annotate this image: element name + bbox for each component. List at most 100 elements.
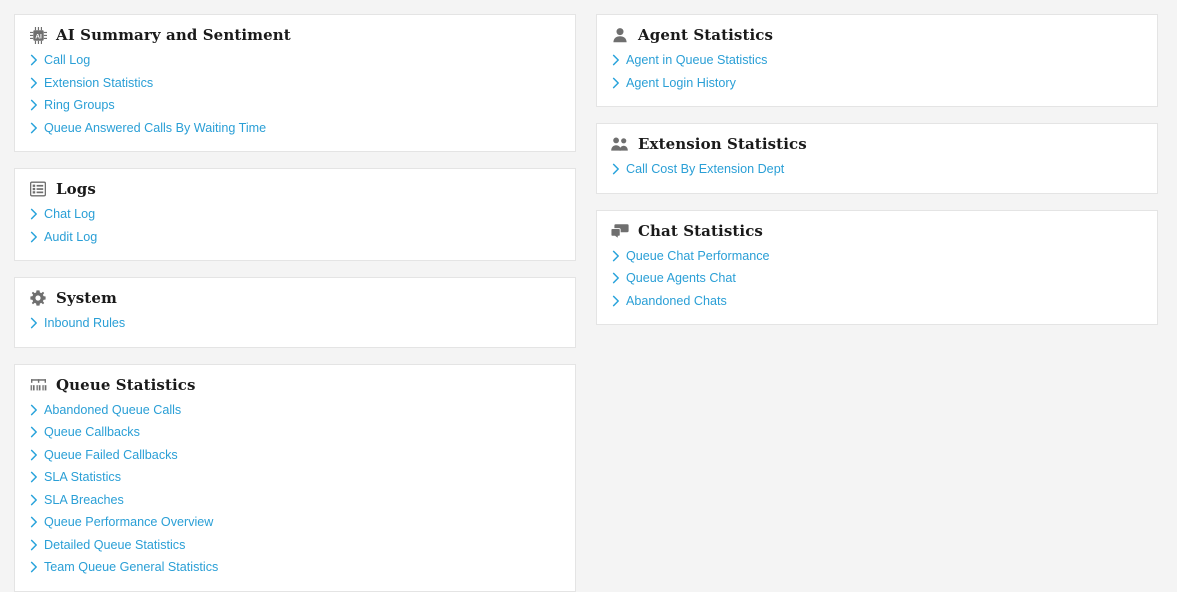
report-link[interactable]: Ring Groups [29,94,561,117]
card-ai-summary-and-sentiment: AI AI Summary and Sentiment Call Log Extens… [14,14,576,152]
svg-text:AI: AI [35,33,42,40]
report-link[interactable]: Call Cost By Extension Dept [611,158,1143,181]
chevron-right-icon [29,449,38,461]
report-link-list: Chat Log Audit Log [29,203,561,248]
chevron-right-icon [29,122,38,134]
card-header-logs: Logs [29,179,561,199]
report-link[interactable]: SLA Breaches [29,489,561,512]
report-link[interactable]: Agent in Queue Statistics [611,49,1143,72]
card-extension-statistics: Extension Statistics Call Cost By Extensi… [596,123,1158,194]
chevron-right-icon [29,426,38,438]
report-link[interactable]: Inbound Rules [29,312,561,335]
report-link-label[interactable]: SLA Breaches [44,489,124,512]
chevron-right-icon [29,317,38,329]
chevron-right-icon [611,250,620,262]
report-link-list: Abandoned Queue Calls Queue Callbacks Queu… [29,399,561,579]
chevron-right-icon [29,54,38,66]
report-link-list: Inbound Rules [29,312,561,335]
chevron-right-icon [29,231,38,243]
report-link-list: Agent in Queue Statistics Agent Login His… [611,49,1143,94]
report-link[interactable]: Abandoned Chats [611,290,1143,313]
report-link[interactable]: Call Log [29,49,561,72]
report-link-label[interactable]: Extension Statistics [44,72,153,95]
report-link[interactable]: Queue Answered Calls By Waiting Time [29,117,561,140]
chevron-right-icon [611,77,620,89]
chevron-right-icon [29,561,38,573]
report-link-label[interactable]: Queue Answered Calls By Waiting Time [44,117,266,140]
left-column: AI AI Summary and Sentiment Call Log Extens… [14,14,576,592]
report-link[interactable]: Chat Log [29,203,561,226]
report-link-label[interactable]: Queue Chat Performance [626,245,770,268]
report-link-label[interactable]: Queue Performance Overview [44,511,213,534]
card-system: System Inbound Rules [14,277,576,348]
card-header-system: System [29,288,561,308]
card-title: System [56,289,117,307]
card-title: Queue Statistics [56,375,196,394]
chevron-right-icon [29,77,38,89]
report-link-list: Call Cost By Extension Dept [611,158,1143,181]
people-icon [611,135,629,153]
report-link-label[interactable]: Ring Groups [44,94,115,117]
chevron-right-icon [29,404,38,416]
card-header-queue-statistics: Queue Statistics [29,375,561,395]
card-agent-statistics: Agent Statistics Agent in Queue Statistic… [596,14,1158,107]
report-link-label[interactable]: Audit Log [44,226,97,249]
report-link-label[interactable]: Team Queue General Statistics [44,556,218,579]
report-link-label[interactable]: Abandoned Chats [626,290,727,313]
report-link[interactable]: Queue Performance Overview [29,511,561,534]
report-link[interactable]: Abandoned Queue Calls [29,399,561,422]
report-link-label[interactable]: Queue Failed Callbacks [44,444,178,467]
chevron-right-icon [29,208,38,220]
reports-dashboard-page: AI AI Summary and Sentiment Call Log Extens… [0,0,1177,592]
list-table-icon [29,180,47,198]
report-link[interactable]: Audit Log [29,226,561,249]
card-title: Extension Statistics [638,135,807,153]
chevron-right-icon [29,516,38,528]
card-chat-statistics: Chat Statistics Queue Chat Performance Que… [596,209,1158,325]
right-column: Agent Statistics Agent in Queue Statistic… [596,14,1158,325]
chevron-right-icon [29,99,38,111]
report-link[interactable]: Detailed Queue Statistics [29,534,561,557]
chevron-right-icon [29,471,38,483]
chevron-right-icon [611,295,620,307]
card-header-extension-statistics: Extension Statistics [611,134,1143,154]
report-link[interactable]: Team Queue General Statistics [29,556,561,579]
report-link-label[interactable]: SLA Statistics [44,466,121,489]
chevron-right-icon [29,539,38,551]
report-link-label[interactable]: Agent in Queue Statistics [626,49,767,72]
bar-chart-icon [29,376,47,394]
report-link-label[interactable]: Call Log [44,49,90,72]
report-link[interactable]: SLA Statistics [29,466,561,489]
report-link[interactable]: Agent Login History [611,72,1143,95]
card-logs: Logs Chat Log Audit Log [14,168,576,261]
microchip-ai-icon: AI [29,26,47,44]
card-header-chat-statistics: Chat Statistics [611,221,1143,241]
report-link-label[interactable]: Call Cost By Extension Dept [626,158,784,181]
chevron-right-icon [611,54,620,66]
report-link[interactable]: Queue Chat Performance [611,245,1143,268]
report-link-list: Call Log Extension Statistics Ring Groups Q… [29,49,561,139]
chevron-right-icon [611,272,620,284]
card-title: Logs [56,180,96,198]
report-link[interactable]: Extension Statistics [29,72,561,95]
report-link-label[interactable]: Queue Agents Chat [626,267,736,290]
report-link-list: Queue Chat Performance Queue Agents Chat A… [611,245,1143,313]
report-link-label[interactable]: Agent Login History [626,72,736,95]
cards-columns: AI AI Summary and Sentiment Call Log Extens… [14,14,1163,592]
report-link-label[interactable]: Inbound Rules [44,312,125,335]
report-link-label[interactable]: Queue Callbacks [44,421,140,444]
report-link-label[interactable]: Detailed Queue Statistics [44,534,185,557]
chat-bubbles-icon [611,222,629,240]
chevron-right-icon [29,494,38,506]
chevron-right-icon [611,163,620,175]
report-link[interactable]: Queue Callbacks [29,421,561,444]
report-link[interactable]: Queue Failed Callbacks [29,444,561,467]
card-title: Agent Statistics [638,26,774,44]
card-header-agent-statistics: Agent Statistics [611,25,1143,45]
report-link-label[interactable]: Chat Log [44,203,95,226]
card-queue-statistics: Queue Statistics Abandoned Queue Calls Que… [14,363,576,592]
card-title: AI Summary and Sentiment [56,26,291,44]
report-link-label[interactable]: Abandoned Queue Calls [44,399,181,422]
report-link[interactable]: Queue Agents Chat [611,267,1143,290]
card-title: Chat Statistics [638,221,763,240]
